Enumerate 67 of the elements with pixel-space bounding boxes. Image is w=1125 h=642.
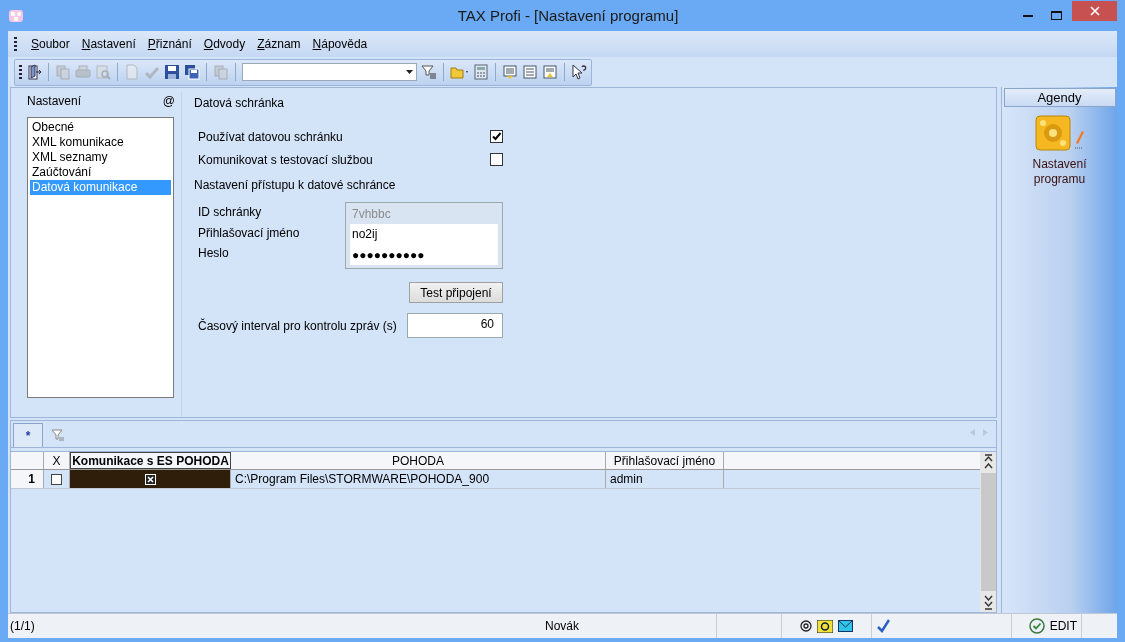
section-title: Nastavení	[27, 94, 82, 110]
minimize-icon[interactable]	[1022, 14, 1033, 17]
table-cell: admin	[606, 470, 724, 488]
test-connection-button[interactable]: Test připojení	[409, 282, 503, 303]
agenda-item-label[interactable]: Nastavení programu	[1009, 157, 1110, 187]
help-pointer-icon[interactable]	[571, 64, 587, 80]
list-icon[interactable]	[522, 64, 538, 80]
record-position: (1/1)	[9, 619, 36, 633]
filter-icon	[51, 429, 65, 442]
toolbar-combo-box[interactable]	[242, 63, 417, 81]
table-cell: C:\Program Files\STORMWARE\POHODA_900	[231, 470, 606, 488]
input-field[interactable]: 60	[407, 313, 503, 338]
checkbox[interactable]	[51, 473, 62, 485]
mode-indicator: EDIT	[1049, 619, 1077, 633]
menu-item[interactable]: Soubor	[25, 35, 76, 53]
folder-icon[interactable]	[450, 64, 469, 80]
menu-item[interactable]: Nastavení	[75, 35, 142, 53]
save-icon[interactable]	[164, 64, 180, 80]
list-item[interactable]: XML seznamy	[30, 150, 171, 165]
checkbox-label: Používat datovou schránku	[198, 129, 343, 144]
pane-header: Agendy	[1003, 88, 1116, 107]
column-header[interactable]: Komunikace s ES POHODA	[70, 452, 231, 469]
checkmark-icon	[876, 619, 890, 633]
column-header[interactable]: Přihlašovací jméno	[606, 452, 724, 469]
field-label: Heslo	[198, 245, 230, 262]
cheese-gear-icon[interactable]	[1034, 115, 1085, 151]
envelope-icon	[838, 620, 853, 632]
save-all-icon[interactable]	[184, 64, 200, 80]
calculator-icon[interactable]	[473, 64, 489, 80]
menu-item[interactable]: Odvody	[197, 35, 252, 53]
field-label: Přihlašovací jméno	[198, 224, 301, 242]
column-header[interactable]: X	[44, 452, 70, 469]
menu-item[interactable]: Nápověda	[306, 35, 374, 53]
maximize-icon[interactable]	[1051, 11, 1062, 20]
scrollbar[interactable]	[980, 452, 996, 612]
scroll-bottom-icon[interactable]	[983, 601, 993, 610]
at-sign: @	[162, 94, 175, 110]
tab[interactable]: *	[13, 423, 43, 447]
user-name: Novák	[544, 619, 580, 633]
list-item[interactable]: Obecné	[30, 120, 171, 135]
list-down-icon[interactable]	[502, 64, 518, 80]
row-number: 1	[11, 470, 44, 488]
column-header[interactable]: POHODA	[231, 452, 606, 469]
scroll-up-icon[interactable]	[983, 463, 993, 469]
check-circle-icon	[1028, 618, 1045, 634]
input-field[interactable]: no2ij	[350, 224, 498, 245]
app-icon	[8, 7, 24, 24]
scroll-down-icon[interactable]	[983, 595, 993, 601]
scroll-top-icon[interactable]	[983, 454, 993, 463]
list-item[interactable]: Zaúčtování	[30, 165, 171, 180]
section-title: Datová schránka	[194, 96, 285, 110]
list-up-icon[interactable]	[542, 64, 558, 80]
checkbox[interactable]	[490, 130, 503, 143]
input-field[interactable]: ●●●●●●●●●●	[350, 244, 498, 265]
checkbox[interactable]	[490, 153, 503, 166]
section-title: Nastavení přístupu k datové schránce	[194, 178, 396, 192]
checkbox-label: Komunikovat s testovací službou	[198, 152, 373, 167]
close-button[interactable]	[1072, 1, 1117, 21]
field-label: Časový interval pro kontrolu zpráv (s)	[198, 318, 397, 333]
window-title: TAX Profi - [Nastavení programu]	[456, 7, 680, 24]
menu-item[interactable]: Záznam	[251, 35, 307, 53]
field-label: ID schránky	[198, 204, 263, 221]
menu-item[interactable]: Přiznání	[141, 35, 198, 53]
filter-icon[interactable]	[421, 64, 437, 80]
close-icon	[1089, 6, 1100, 16]
list-item[interactable]: XML komunikace	[30, 135, 171, 150]
exit-door-icon[interactable]	[26, 64, 42, 80]
